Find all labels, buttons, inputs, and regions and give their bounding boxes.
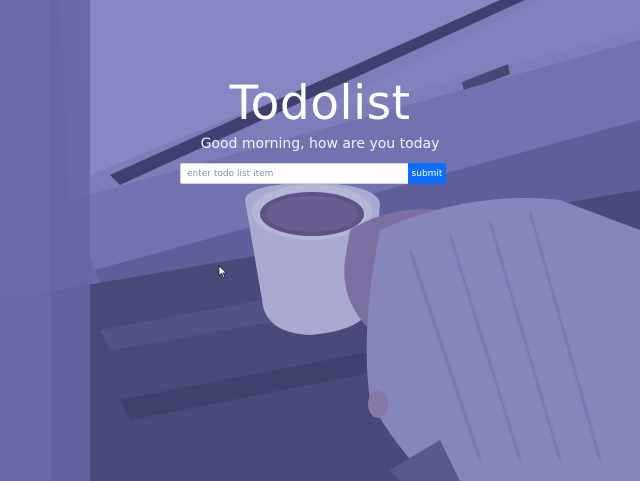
greeting-text: Good morning, how are you today	[200, 136, 440, 152]
mouse-cursor-icon	[218, 265, 228, 279]
page: Todolist Good morning, how are you today…	[0, 0, 640, 481]
color-overlay	[0, 0, 640, 481]
submit-button[interactable]: submit	[408, 163, 446, 184]
page-title: Todolist	[229, 76, 411, 131]
todo-form: submit	[180, 163, 446, 184]
todo-input[interactable]	[180, 163, 408, 184]
hero-section: Todolist Good morning, how are you today	[0, 76, 640, 154]
